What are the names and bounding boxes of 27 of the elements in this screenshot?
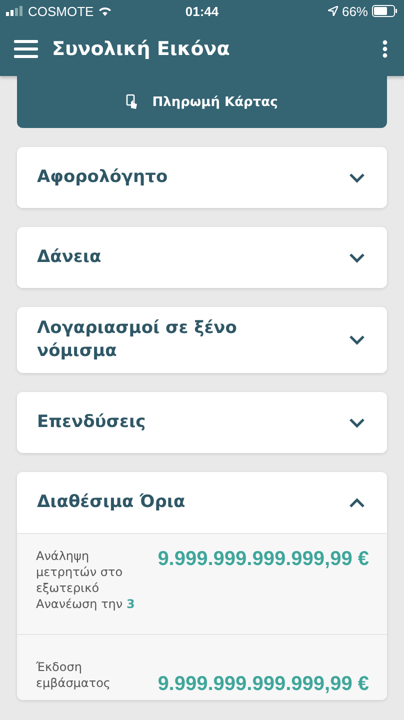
section-header[interactable]: Λογαριασμοί σε ξένο νόμισμα [17, 307, 387, 373]
section-header[interactable]: Αφορολόγητο [17, 147, 387, 208]
wifi-icon [98, 6, 112, 16]
chevron-up-icon [349, 498, 365, 508]
more-options-button[interactable] [380, 40, 390, 58]
carrier-name: COSMOTE [28, 4, 94, 18]
location-icon [328, 6, 338, 16]
section-header[interactable]: Δάνεια [17, 227, 387, 288]
card-payment-button[interactable]: Πληρωμή Κάρτας [17, 76, 387, 128]
limit-amount: 9.999.999.999.999,99 € [158, 673, 369, 696]
section-header[interactable]: Επενδύσεις [17, 392, 387, 453]
screen-title: Συνολική Εικόνα [52, 38, 230, 60]
section-header[interactable]: Διαθέσιμα Όρια [17, 472, 387, 533]
menu-button[interactable] [14, 40, 38, 58]
card-tap-icon [126, 94, 138, 110]
battery-percent: 66% [342, 4, 368, 18]
limit-label: Έκδοση εμβάσματος [36, 659, 112, 691]
signal-icon [6, 6, 24, 16]
limit-label: Ανάληψη μετρητών στο εξωτερικό [36, 548, 124, 596]
battery-icon [372, 5, 398, 17]
clock-time: 01:44 [185, 4, 219, 18]
chevron-down-icon [349, 418, 365, 428]
chevron-down-icon [349, 252, 365, 262]
renewal-text: Ανανέωση την 3 [36, 596, 136, 612]
limit-amount: 9.999.999.999.999,99 € [158, 548, 369, 571]
chevron-down-icon [349, 172, 365, 182]
chevron-down-icon [349, 335, 365, 345]
